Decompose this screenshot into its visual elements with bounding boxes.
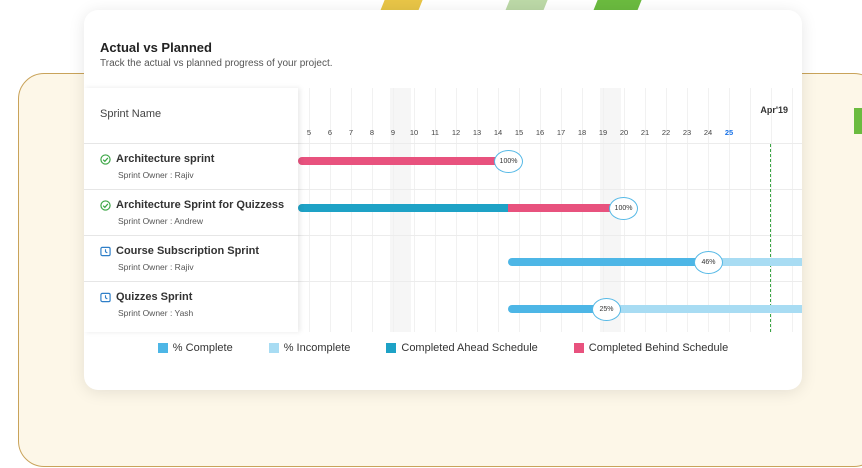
grid-line	[666, 88, 667, 332]
day-label: 18	[577, 128, 587, 137]
sprint-name[interactable]: Architecture sprint	[116, 153, 214, 165]
day-label: 22	[661, 128, 671, 137]
decorative-stripe	[854, 108, 862, 134]
day-label: 9	[390, 128, 396, 137]
in-progress-clock-icon	[100, 246, 111, 257]
day-label: 21	[640, 128, 650, 137]
ahead-schedule-bar[interactable]	[298, 204, 508, 212]
legend-label: % Incomplete	[283, 342, 351, 354]
grid-line	[750, 88, 751, 332]
day-label: 20	[619, 128, 629, 137]
day-label: 5	[306, 128, 312, 137]
grid-line	[792, 88, 793, 332]
grid-line	[729, 88, 730, 332]
sprint-row[interactable]: Architecture Sprint for Quizzess Sprint …	[84, 189, 298, 236]
complete-bar[interactable]	[508, 258, 716, 266]
completed-check-icon	[100, 154, 111, 165]
legend-swatch	[268, 343, 279, 353]
sprint-name[interactable]: Course Subscription Sprint	[116, 245, 259, 257]
column-header-sprint-name: Sprint Name	[100, 108, 162, 120]
day-label: 12	[451, 128, 461, 137]
day-label: 7	[348, 128, 354, 137]
in-progress-clock-icon	[100, 292, 111, 303]
day-label: 14	[493, 128, 503, 137]
legend-label: Completed Ahead Schedule	[401, 342, 538, 354]
legend-item-behind: Completed Behind Schedule	[573, 342, 729, 354]
day-label-today: 25	[724, 128, 734, 137]
legend-label: % Complete	[172, 342, 233, 354]
day-label: 24	[703, 128, 713, 137]
card-subtitle: Track the actual vs planned progress of …	[100, 58, 333, 69]
grid-line	[645, 88, 646, 332]
today-marker	[770, 144, 771, 332]
sprint-owner: Sprint Owner : Rajiv	[118, 262, 194, 272]
legend-item-ahead: Completed Ahead Schedule	[386, 342, 538, 354]
legend-swatch	[386, 343, 397, 353]
actual-vs-planned-card: Actual vs Planned Track the actual vs pl…	[84, 10, 802, 390]
day-label: 23	[682, 128, 692, 137]
day-label: 6	[327, 128, 333, 137]
sprint-name[interactable]: Architecture Sprint for Quizzess	[116, 199, 284, 211]
legend-label: Completed Behind Schedule	[588, 342, 729, 354]
day-label: 15	[514, 128, 524, 137]
row-divider	[298, 189, 802, 190]
progress-badge: 25%	[592, 298, 621, 321]
row-divider	[298, 281, 802, 282]
card-title: Actual vs Planned	[100, 40, 212, 55]
sprint-row[interactable]: Quizzes Sprint Sprint Owner : Yash	[84, 281, 298, 328]
row-divider	[298, 143, 802, 144]
day-label: 8	[369, 128, 375, 137]
legend-swatch	[157, 343, 168, 353]
legend-swatch	[573, 343, 584, 353]
grid-line	[771, 88, 772, 332]
gantt-timeline: Apr'19 5 6 7 8 9 10 11 12 13 14 15 16 17…	[298, 88, 802, 332]
month-label: Apr'19	[760, 105, 788, 115]
sprint-owner: Sprint Owner : Andrew	[118, 216, 204, 226]
grid-line	[687, 88, 688, 332]
day-label: 11	[431, 128, 439, 137]
legend-item-incomplete: % Incomplete	[268, 342, 351, 354]
chart-legend: % Complete % Incomplete Completed Ahead …	[84, 342, 802, 354]
day-label: 13	[472, 128, 482, 137]
day-label: 10	[409, 128, 419, 137]
progress-badge: 100%	[494, 150, 523, 173]
row-divider	[298, 235, 802, 236]
sprint-owner: Sprint Owner : Yash	[118, 308, 194, 318]
sprint-row[interactable]: Course Subscription Sprint Sprint Owner …	[84, 235, 298, 282]
progress-badge: 100%	[609, 197, 638, 220]
incomplete-bar[interactable]	[716, 258, 802, 266]
sprint-owner: Sprint Owner : Rajiv	[118, 170, 194, 180]
progress-badge: 46%	[694, 251, 723, 274]
grid-line	[708, 88, 709, 332]
legend-item-complete: % Complete	[157, 342, 233, 354]
incomplete-bar[interactable]	[618, 305, 802, 313]
completed-check-icon	[100, 200, 111, 211]
day-label: 16	[535, 128, 545, 137]
behind-schedule-bar[interactable]	[298, 157, 508, 165]
day-label: 19	[598, 128, 608, 137]
sprint-name[interactable]: Quizzes Sprint	[116, 291, 192, 303]
sprint-row[interactable]: Architecture sprint Sprint Owner : Rajiv	[84, 143, 298, 190]
day-label: 17	[556, 128, 566, 137]
sprint-list: Sprint Name Architecture sprint Sprint O…	[84, 88, 298, 332]
